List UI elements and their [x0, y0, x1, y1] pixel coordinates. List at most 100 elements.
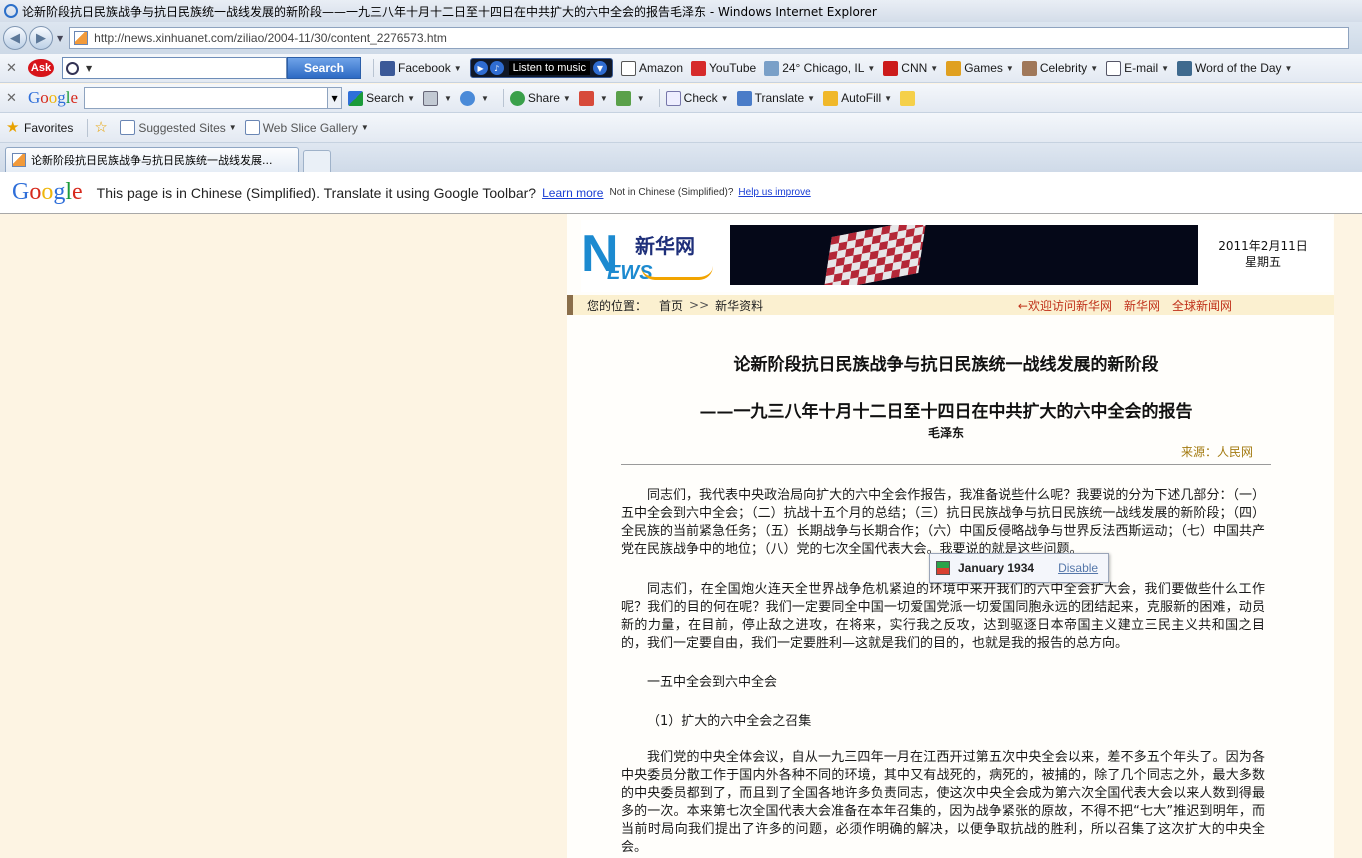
chevron-down-icon: ▼	[453, 63, 462, 73]
youtube-link[interactable]: YouTube	[691, 60, 756, 76]
weather-label: 24° Chicago, IL	[782, 61, 865, 75]
popup-blocker-icon	[578, 90, 594, 106]
star-icon: ★	[6, 119, 20, 136]
games-link[interactable]: Games ▼	[946, 60, 1014, 76]
checkered-flag-icon	[823, 225, 927, 285]
games-icon	[946, 60, 962, 76]
url-field[interactable]: http://news.xinhuanet.com/ziliao/2004-11…	[69, 27, 1350, 49]
bookmarks-button[interactable]: ▼	[459, 90, 489, 106]
banner-ad[interactable]	[730, 225, 1198, 285]
help-improve-link[interactable]: Help us improve	[738, 187, 810, 198]
breadcrumb-home-link[interactable]: 首页	[659, 297, 683, 314]
learn-more-link[interactable]: Learn more	[542, 186, 603, 200]
xinhuanet-logo[interactable]: N 新华网 EWS	[581, 224, 716, 288]
back-button[interactable]: ◀	[3, 26, 27, 50]
article-page: N 新华网 EWS 2011年2月11日 星期五 您的位置： 首页 >> 新华资…	[567, 214, 1334, 858]
celebrity-label: Celebrity	[1039, 61, 1088, 75]
facebook-label: Facebook	[398, 61, 451, 75]
plus-icon	[459, 90, 475, 106]
search-icon	[66, 61, 79, 75]
paragraph: 同志们，在全国炮火连天全世界战争危机紧迫的环境中来开我们的六中全会扩大会，我们要…	[621, 582, 1265, 651]
play-icon[interactable]: ▶	[473, 61, 488, 75]
highlight-button[interactable]: ▼	[615, 90, 645, 106]
chevron-down-icon: ▼	[1284, 63, 1293, 73]
google-search-input[interactable]	[84, 87, 329, 109]
suggested-sites-link[interactable]: Suggested Sites ▼	[120, 120, 237, 135]
check-button[interactable]: Check ▼	[665, 90, 729, 106]
translate-label: Translate	[754, 91, 805, 105]
web-slice-label: Web Slice Gallery	[262, 120, 358, 135]
facebook-link[interactable]: Facebook ▼	[380, 60, 462, 76]
favorites-label: Favorites	[24, 120, 74, 135]
date-block: 2011年2月11日 星期五	[1203, 238, 1323, 270]
chevron-down-icon: ▼	[360, 123, 369, 132]
favorites-bar: ★ Favorites ☆ Suggested Sites ▼ Web Slic…	[0, 113, 1362, 143]
suggested-sites-icon	[120, 120, 136, 135]
article-body: 论新阶段抗日民族战争与抗日民族统一战线发展的新阶段 ——一九三八年十月十二日至十…	[621, 350, 1271, 857]
pencil-button[interactable]	[900, 90, 918, 106]
chevron-down-icon[interactable]: ▼	[328, 87, 343, 109]
article-source: 来源：人民网	[621, 443, 1271, 465]
news-button[interactable]: ▼	[423, 90, 452, 106]
music-player[interactable]: ▶ ♪ Listen to music ▼	[469, 58, 613, 78]
ie-icon	[4, 4, 18, 18]
xinhuanet-link[interactable]: 新华网	[1124, 297, 1160, 314]
popup-blocker-button[interactable]: ▼	[578, 90, 608, 106]
new-tab-button[interactable]	[303, 150, 331, 172]
chevron-down-icon: ▼	[407, 93, 416, 103]
email-icon	[1106, 60, 1122, 76]
weather-link[interactable]: 24° Chicago, IL ▼	[764, 60, 875, 76]
welcome-link[interactable]: ←欢迎访问新华网	[1018, 297, 1112, 314]
celebrity-link[interactable]: Celebrity ▼	[1021, 60, 1098, 76]
close-toolbar-icon[interactable]: ✕	[6, 61, 20, 76]
share-button[interactable]: Share ▼	[509, 90, 571, 106]
volume-icon[interactable]: ♪	[489, 61, 504, 75]
google-toolbar-logo[interactable]: Google	[28, 88, 78, 108]
tab-title: 论新阶段抗日民族战争与抗日民族统一战线发展...	[31, 154, 273, 167]
cnn-link[interactable]: CNN ▼	[883, 60, 938, 76]
tab-strip: 论新阶段抗日民族战争与抗日民族统一战线发展...	[0, 143, 1362, 172]
cnn-label: CNN	[901, 61, 928, 75]
chevron-down-icon: ▼	[1161, 63, 1170, 73]
breadcrumb-section-link[interactable]: 新华资料	[715, 297, 763, 314]
add-favorite-button[interactable]: ☆	[94, 120, 112, 135]
email-link[interactable]: E-mail ▼	[1106, 60, 1170, 76]
amazon-link[interactable]: Amazon	[621, 60, 683, 76]
email-label: E-mail	[1124, 61, 1159, 75]
autofill-button[interactable]: AutoFill ▼	[823, 90, 892, 106]
favorites-button[interactable]: ★ Favorites	[6, 120, 73, 135]
tab-active[interactable]: 论新阶段抗日民族战争与抗日民族统一战线发展...	[5, 147, 299, 172]
toolbar-divider	[373, 59, 374, 77]
add-favorite-icon: ☆	[94, 119, 108, 136]
toolbar-divider	[502, 89, 504, 107]
ask-search-input[interactable]: ▼	[62, 57, 287, 79]
highlight-icon	[615, 90, 631, 106]
global-news-link[interactable]: 全球新闻网	[1172, 297, 1232, 314]
close-toolbar-icon[interactable]: ✕	[6, 91, 20, 106]
ask-logo-icon[interactable]: Ask	[28, 59, 54, 77]
word-of-day-link[interactable]: Word of the Day ▼	[1177, 60, 1293, 76]
forward-button[interactable]: ▶	[29, 26, 53, 50]
google-search-button[interactable]: Search ▼	[348, 90, 416, 106]
history-dropdown-icon[interactable]: ▼	[57, 34, 63, 43]
url-text: http://news.xinhuanet.com/ziliao/2004-11…	[94, 31, 447, 45]
chevron-down-icon: ▼	[562, 93, 571, 103]
masthead: N 新华网 EWS 2011年2月11日 星期五	[581, 220, 1333, 292]
article-title: 论新阶段抗日民族战争与抗日民族统一战线发展的新阶段	[733, 355, 1159, 375]
disable-link[interactable]: Disable	[1058, 561, 1098, 575]
window-title: 论新阶段抗日民族战争与抗日民族统一战线发展的新阶段——一九三八年十月十二日至十四…	[22, 4, 877, 19]
breadcrumb: 您的位置： 首页 >> 新华资料 ←欢迎访问新华网 新华网 全球新闻网	[567, 295, 1334, 315]
web-slice-icon	[244, 120, 260, 135]
google-toolbar: ✕ Google ▼ Search ▼ ▼ ▼ Share ▼ ▼ ▼ Chec…	[0, 84, 1362, 113]
word-of-day-label: Word of the Day	[1195, 61, 1282, 75]
google-logo: Google	[12, 179, 83, 205]
chevron-down-icon: ▼	[636, 93, 645, 103]
chevron-down-icon[interactable]: ▼	[593, 61, 607, 75]
address-bar: ◀ ▶ ▼ http://news.xinhuanet.com/ziliao/2…	[0, 22, 1362, 54]
ask-search-button[interactable]: Search	[287, 57, 361, 79]
translate-button[interactable]: Translate ▼	[736, 90, 815, 106]
article-author: 毛泽东	[927, 426, 964, 440]
web-slice-gallery-link[interactable]: Web Slice Gallery ▼	[244, 120, 369, 135]
google-search-label: Search	[366, 91, 405, 105]
page-favicon	[74, 31, 89, 45]
